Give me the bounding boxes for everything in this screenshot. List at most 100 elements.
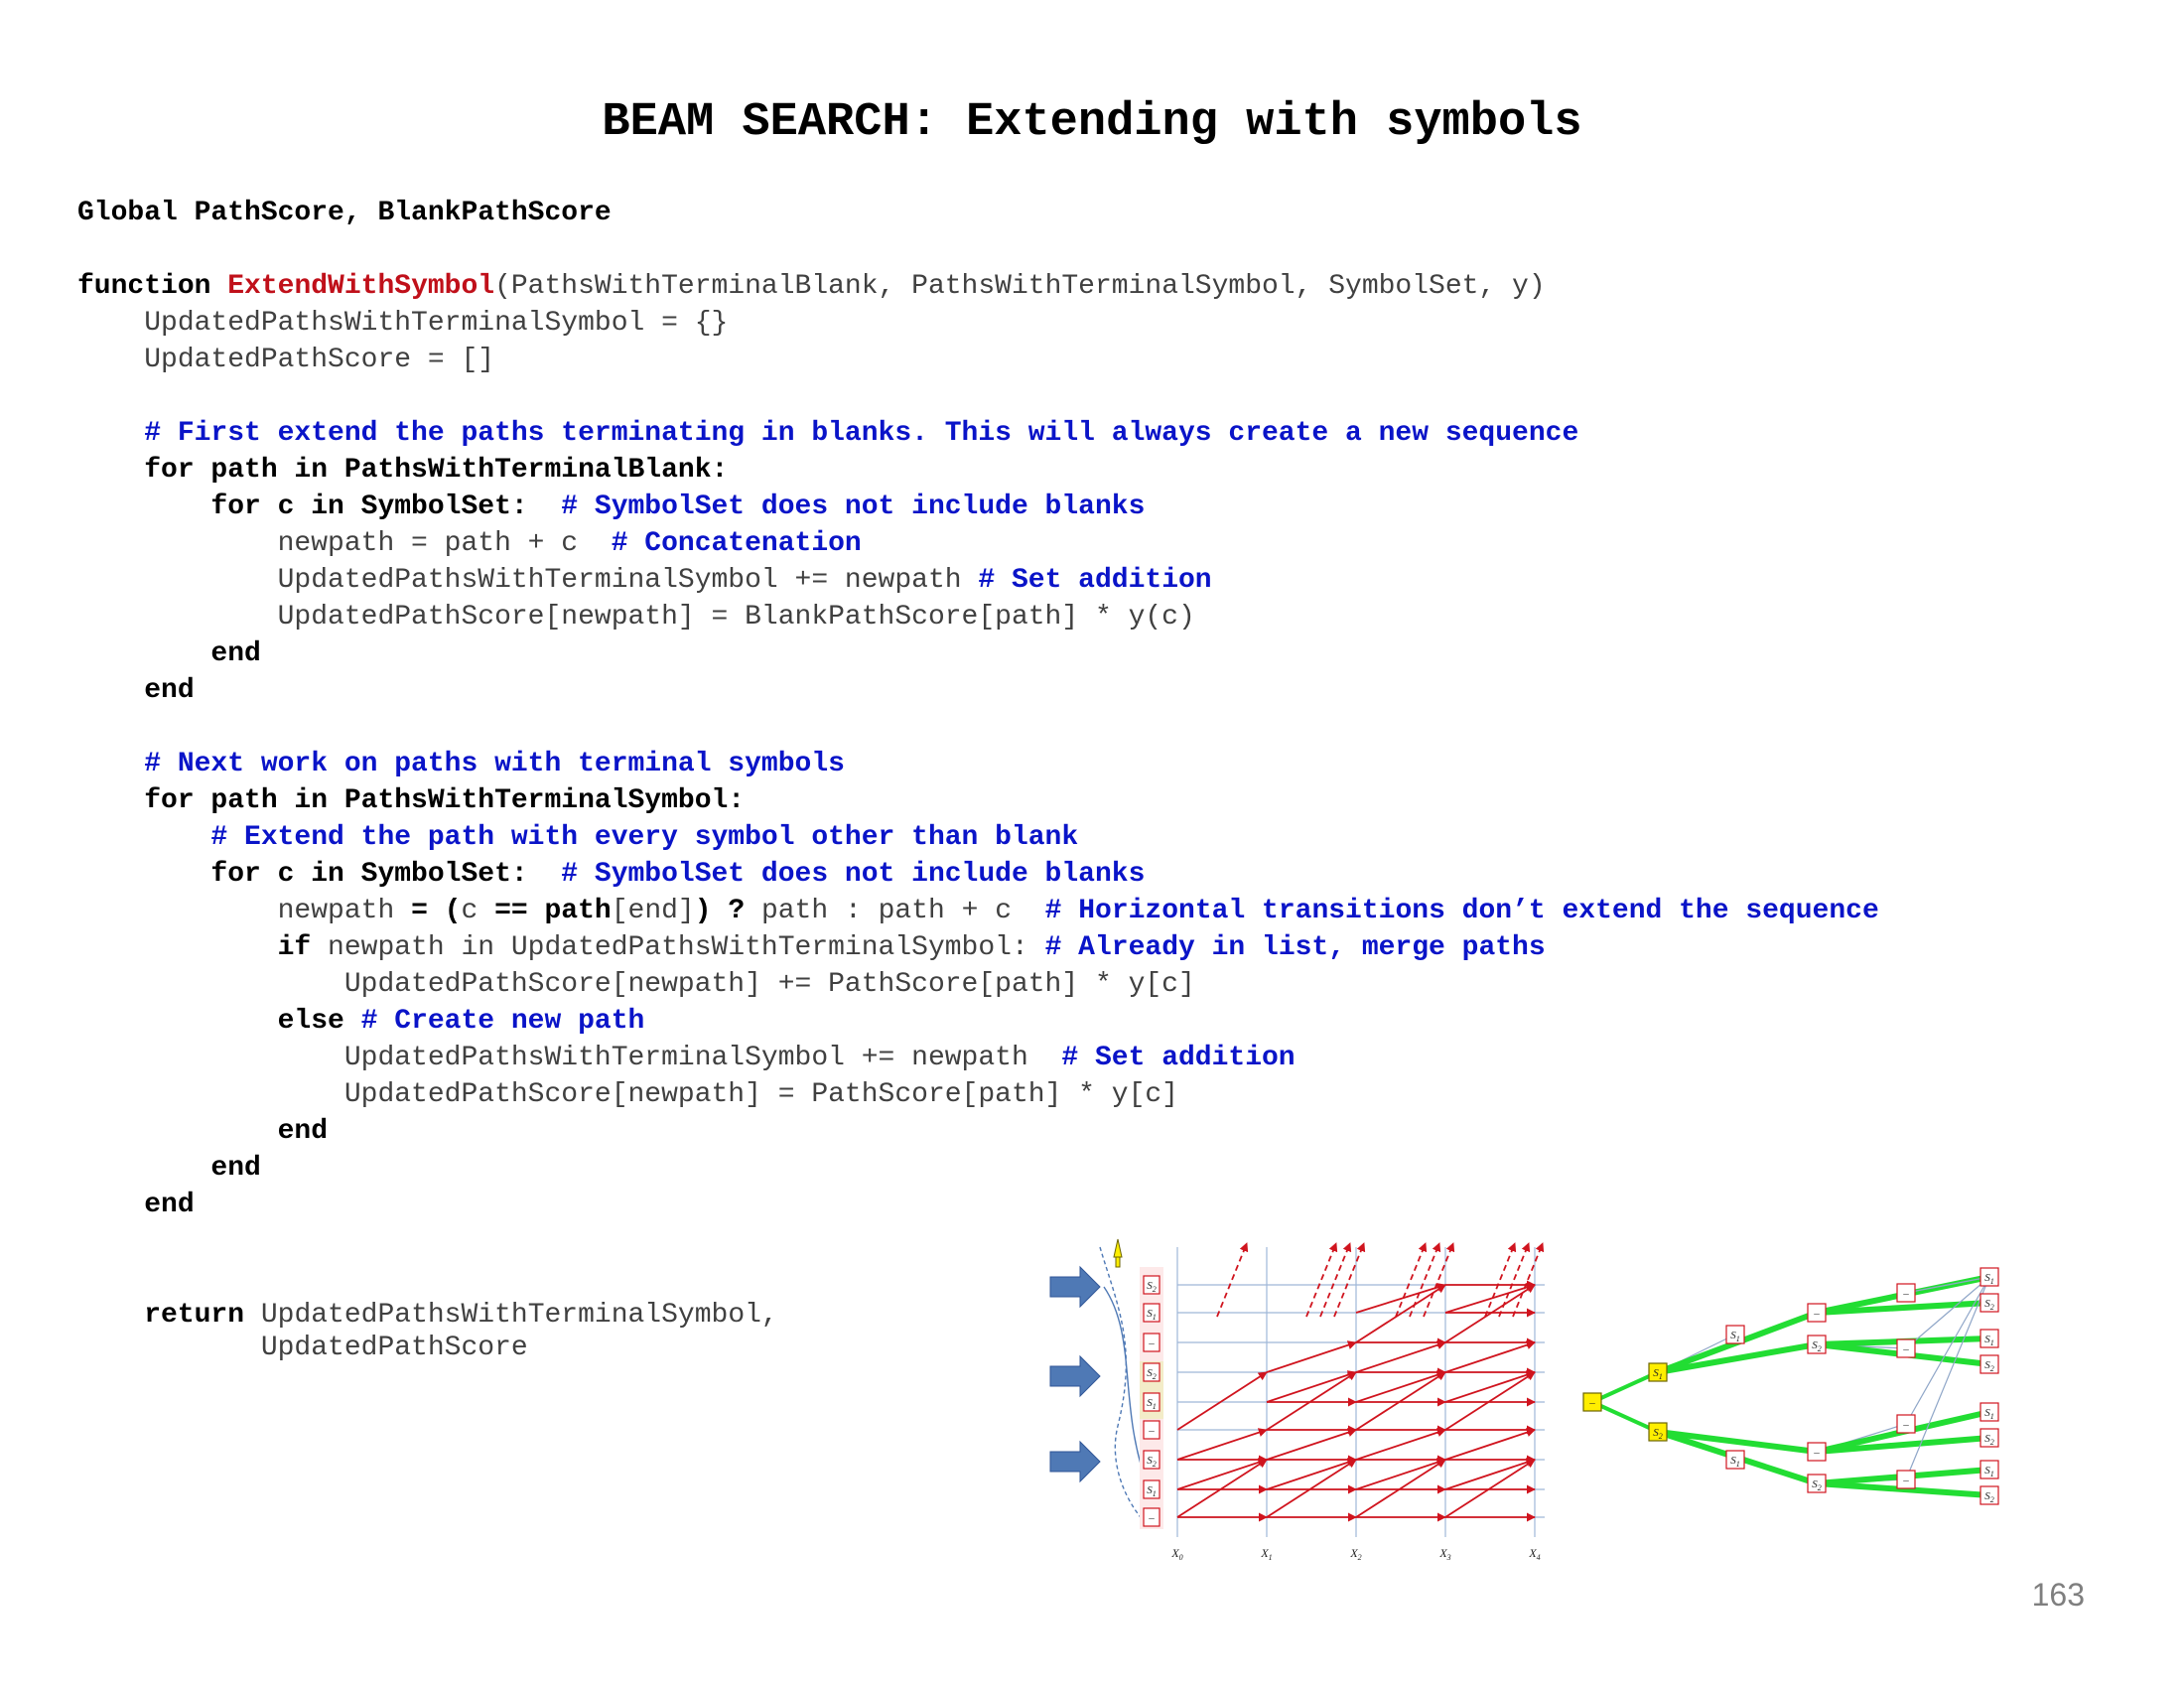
code-line: UpdatedPathScore = [] [77,342,1879,378]
code-comment: # Already in list, merge paths [1044,932,1546,963]
code-comment: # SymbolSet does not include blanks [561,492,1146,522]
code-comment: # Extend the path with every symbol othe… [77,822,1079,853]
tree-edge [1655,1341,1820,1375]
trellis-edge [1355,1459,1446,1518]
code-text: UpdatedPathScore [77,1333,528,1363]
code-text: UpdatedPathsWithTerminalSymbol = {} [77,308,729,339]
code-text: (PathsWithTerminalBlank, PathsWithTermin… [494,271,1546,302]
column-node-label: – [1148,1337,1155,1349]
column-node-label: – [1148,1512,1155,1524]
trellis-edge [1176,1371,1268,1431]
trellis-edge [1484,1242,1517,1318]
code-line: end [77,635,1879,672]
trellis-edge [1176,1459,1268,1518]
tree-node-label: – [1902,1288,1909,1300]
x-axis-label: X3 [1438,1546,1450,1562]
code-line: newpath = path + c # Concatenation [77,525,1879,562]
tree-node-label: – [1902,1475,1909,1486]
trellis-diagram: X0 X1 X2 X3 X4 S2S1–S2S1–S2S1– [1049,1238,1545,1562]
code-line: # Next work on paths with terminal symbo… [77,746,1879,782]
trellis-edge [1266,1340,1357,1373]
trellis-edge [1498,1242,1531,1318]
trellis-edge [1266,1458,1357,1490]
trellis-edge [1266,1370,1357,1403]
trellis-edge [1266,1459,1357,1518]
trellis-edge [1444,1428,1536,1461]
tree-edge [1590,1400,1660,1434]
input-arrow [1049,1440,1101,1483]
code-keyword: = ( [411,896,462,926]
code-keyword: else [77,1006,361,1037]
trellis-edge [1423,1242,1455,1318]
trellis-grid [1176,1247,1545,1537]
tree-node-label: – [1902,1419,1909,1431]
trellis-edge [1395,1242,1428,1318]
trellis-edge [1444,1340,1536,1373]
tree-edge-thin [1905,1276,1990,1425]
code-text: c [461,896,495,926]
function-name: ExtendWithSymbol [227,271,495,302]
code-text: UpdatedPathScore[newpath] += PathScore[p… [77,969,1195,1000]
beam-search-figure: X0 X1 X2 X3 X4 S2S1–S2S1–S2S1– –S1S2S1–S2S1–… [1049,1238,1999,1562]
code-text: UpdatedPathScore = [] [77,345,495,375]
code-line: end [77,1113,1879,1150]
code-keyword: ) ? [694,896,761,926]
code-comment: # Set addition [978,565,1212,596]
code-line: Global PathScore, BlankPathScore [77,195,1879,231]
code-line: UpdatedPathsWithTerminalSymbol += newpat… [77,562,1879,599]
code-line: newpath = (c == path[end]) ? path : path… [77,893,1879,929]
tree-edge [1590,1370,1660,1404]
column-node-label: – [1148,1425,1155,1437]
code-text: UpdatedPathScore[newpath] = PathScore[pa… [77,1079,1178,1110]
code-line: for c in SymbolSet: # SymbolSet does not… [77,489,1879,525]
code-text: UpdatedPathsWithTerminalSymbol, [260,1300,778,1331]
code-keyword: for path in PathsWithTerminalSymbol: [77,785,746,816]
code-line: # Extend the path with every symbol othe… [77,819,1879,856]
output-arrow [1113,1238,1123,1268]
code-keyword: end [77,638,261,669]
code-comment: # First extend the paths terminating in … [77,418,1579,449]
code-text: UpdatedPathScore[newpath] = BlankPathSco… [77,602,1195,633]
code-keyword: for path in PathsWithTerminalBlank: [77,455,729,486]
code-comment: # Concatenation [611,528,862,559]
trellis-edge [1216,1242,1249,1318]
code-comment: # SymbolSet does not include blanks [561,859,1146,890]
code-line: for path in PathsWithTerminalBlank: [77,452,1879,489]
page-title: BEAM SEARCH: Extending with symbols [602,96,1582,149]
input-arrow [1049,1265,1101,1309]
code-text: newpath = path + c [77,528,612,559]
input-arrow [1049,1354,1101,1398]
tree-edge-thin [1905,1276,1990,1294]
code-keyword: function [77,271,228,302]
beam-search-tree: –S1S2S1–S2S1–S2––––S1S2S1S2S1S2S1S2 [1582,1267,1999,1505]
tree-node-label: – [1588,1397,1595,1409]
code-line: UpdatedPathsWithTerminalSymbol = {} [77,305,1879,342]
page-number: 163 [2031,1577,2085,1613]
code-text: newpath [77,896,412,926]
code-line: # First extend the paths terminating in … [77,415,1879,452]
code-line: end [77,1150,1879,1187]
code-line: UpdatedPathScore[newpath] = BlankPathSco… [77,599,1879,635]
code-keyword: end [77,1116,329,1147]
code-line: else # Create new path [77,1003,1879,1040]
code-keyword: return [77,1300,261,1331]
code-keyword: end [77,675,195,706]
code-keyword: if [77,932,329,963]
symbol-column: S2S1–S2S1–S2S1– [1140,1267,1163,1529]
x-axis-label: X4 [1528,1546,1540,1562]
code-comment: # Next work on paths with terminal symbo… [77,749,845,779]
code-comment: # Create new path [360,1006,645,1037]
trellis-edge [1355,1340,1446,1373]
trellis-edge [1319,1242,1352,1318]
tree-node-label: – [1813,1308,1820,1320]
trellis-edge [1176,1458,1268,1490]
trellis-edge [1444,1370,1536,1403]
trellis-edge [1355,1370,1446,1403]
code-line: for path in PathsWithTerminalSymbol: [77,782,1879,819]
trellis-edge [1305,1242,1338,1318]
code-text: newpath in UpdatedPathsWithTerminalSymbo… [328,932,1045,963]
code-keyword: for c in SymbolSet: [77,492,562,522]
